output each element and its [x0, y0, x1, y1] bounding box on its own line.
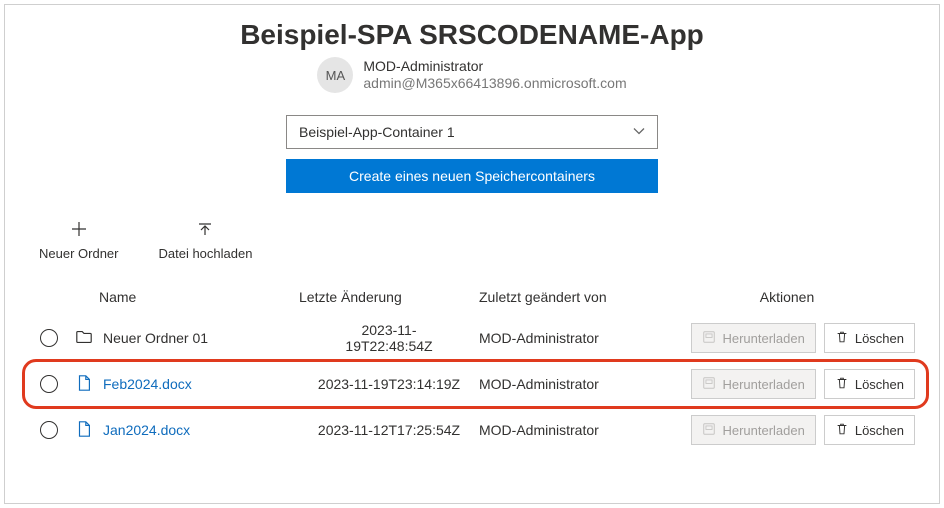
download-button: Herunterladen	[691, 369, 815, 399]
row-select-radio[interactable]	[40, 375, 58, 393]
table-row: Neuer Ordner 01 2023-11-19T22:48:54ZMOD-A…	[29, 315, 915, 361]
page-title: Beispiel-SPA SRSCODENAME-App	[5, 19, 939, 51]
container-selected-label: Beispiel-App-Container 1	[299, 124, 455, 140]
avatar: MA	[317, 57, 353, 93]
download-label: Herunterladen	[722, 377, 804, 392]
modified-cell: 2023-11-19T23:14:19Z	[299, 376, 479, 392]
delete-button[interactable]: Löschen	[824, 323, 915, 353]
actions-cell: Herunterladen Löschen	[659, 415, 915, 445]
name-cell: Feb2024.docx	[69, 374, 299, 395]
table-row: Feb2024.docx 2023-11-19T23:14:19ZMOD-Admi…	[29, 361, 915, 407]
modified-by-cell: MOD-Administrator	[479, 330, 659, 346]
file-icon	[75, 374, 93, 395]
app-frame: Beispiel-SPA SRSCODENAME-App MA MOD-Admi…	[4, 4, 940, 504]
new-folder-label: Neuer Ordner	[39, 246, 118, 261]
modified-by-cell: MOD-Administrator	[479, 422, 659, 438]
plus-icon	[71, 221, 87, 240]
command-bar: Neuer Ordner Datei hochladen	[39, 221, 939, 261]
col-modified-by: Zuletzt geändert von	[479, 289, 659, 305]
name-cell: Neuer Ordner 01	[69, 328, 299, 349]
modified-cell: 2023-11-12T17:25:54Z	[299, 422, 479, 438]
download-label: Herunterladen	[722, 423, 804, 438]
file-table: Name Letzte Änderung Zuletzt geändert vo…	[29, 279, 915, 453]
delete-label: Löschen	[855, 377, 904, 392]
download-label: Herunterladen	[722, 331, 804, 346]
user-info: MA MOD-Administrator admin@M365x66413896…	[5, 57, 939, 93]
row-select-radio[interactable]	[40, 329, 58, 347]
item-name[interactable]: Feb2024.docx	[103, 376, 192, 392]
trash-icon	[835, 422, 849, 439]
name-cell: Jan2024.docx	[69, 420, 299, 441]
create-container-button[interactable]: Create eines neuen Speichercontainers	[286, 159, 658, 193]
container-select[interactable]: Beispiel-App-Container 1	[286, 115, 658, 149]
actions-cell: Herunterladen Löschen	[659, 323, 915, 353]
file-icon	[75, 420, 93, 441]
modified-cell: 2023-11-19T22:48:54Z	[299, 322, 479, 354]
delete-label: Löschen	[855, 331, 904, 346]
user-name: MOD-Administrator	[363, 58, 626, 76]
actions-cell: Herunterladen Löschen	[659, 369, 915, 399]
delete-label: Löschen	[855, 423, 904, 438]
delete-button[interactable]: Löschen	[824, 415, 915, 445]
user-email: admin@M365x66413896.onmicrosoft.com	[363, 75, 626, 93]
upload-icon	[197, 221, 213, 240]
save-icon	[702, 376, 716, 393]
table-row: Jan2024.docx 2023-11-12T17:25:54ZMOD-Admi…	[29, 407, 915, 453]
trash-icon	[835, 330, 849, 347]
upload-button[interactable]: Datei hochladen	[158, 221, 252, 261]
col-modified: Letzte Änderung	[299, 289, 479, 305]
save-icon	[702, 330, 716, 347]
download-button: Herunterladen	[691, 323, 815, 353]
upload-label: Datei hochladen	[158, 246, 252, 261]
new-folder-button[interactable]: Neuer Ordner	[39, 221, 118, 261]
table-header: Name Letzte Änderung Zuletzt geändert vo…	[29, 279, 915, 315]
row-select-radio[interactable]	[40, 421, 58, 439]
chevron-down-icon	[633, 124, 645, 140]
download-button: Herunterladen	[691, 415, 815, 445]
trash-icon	[835, 376, 849, 393]
col-actions: Aktionen	[659, 289, 915, 305]
delete-button[interactable]: Löschen	[824, 369, 915, 399]
item-name: Neuer Ordner 01	[103, 330, 208, 346]
folder-icon	[75, 328, 93, 349]
save-icon	[702, 422, 716, 439]
container-controls: Beispiel-App-Container 1 Create eines ne…	[286, 115, 658, 193]
user-text: MOD-Administrator admin@M365x66413896.on…	[363, 58, 626, 93]
item-name[interactable]: Jan2024.docx	[103, 422, 190, 438]
col-name: Name	[69, 289, 299, 305]
modified-by-cell: MOD-Administrator	[479, 376, 659, 392]
